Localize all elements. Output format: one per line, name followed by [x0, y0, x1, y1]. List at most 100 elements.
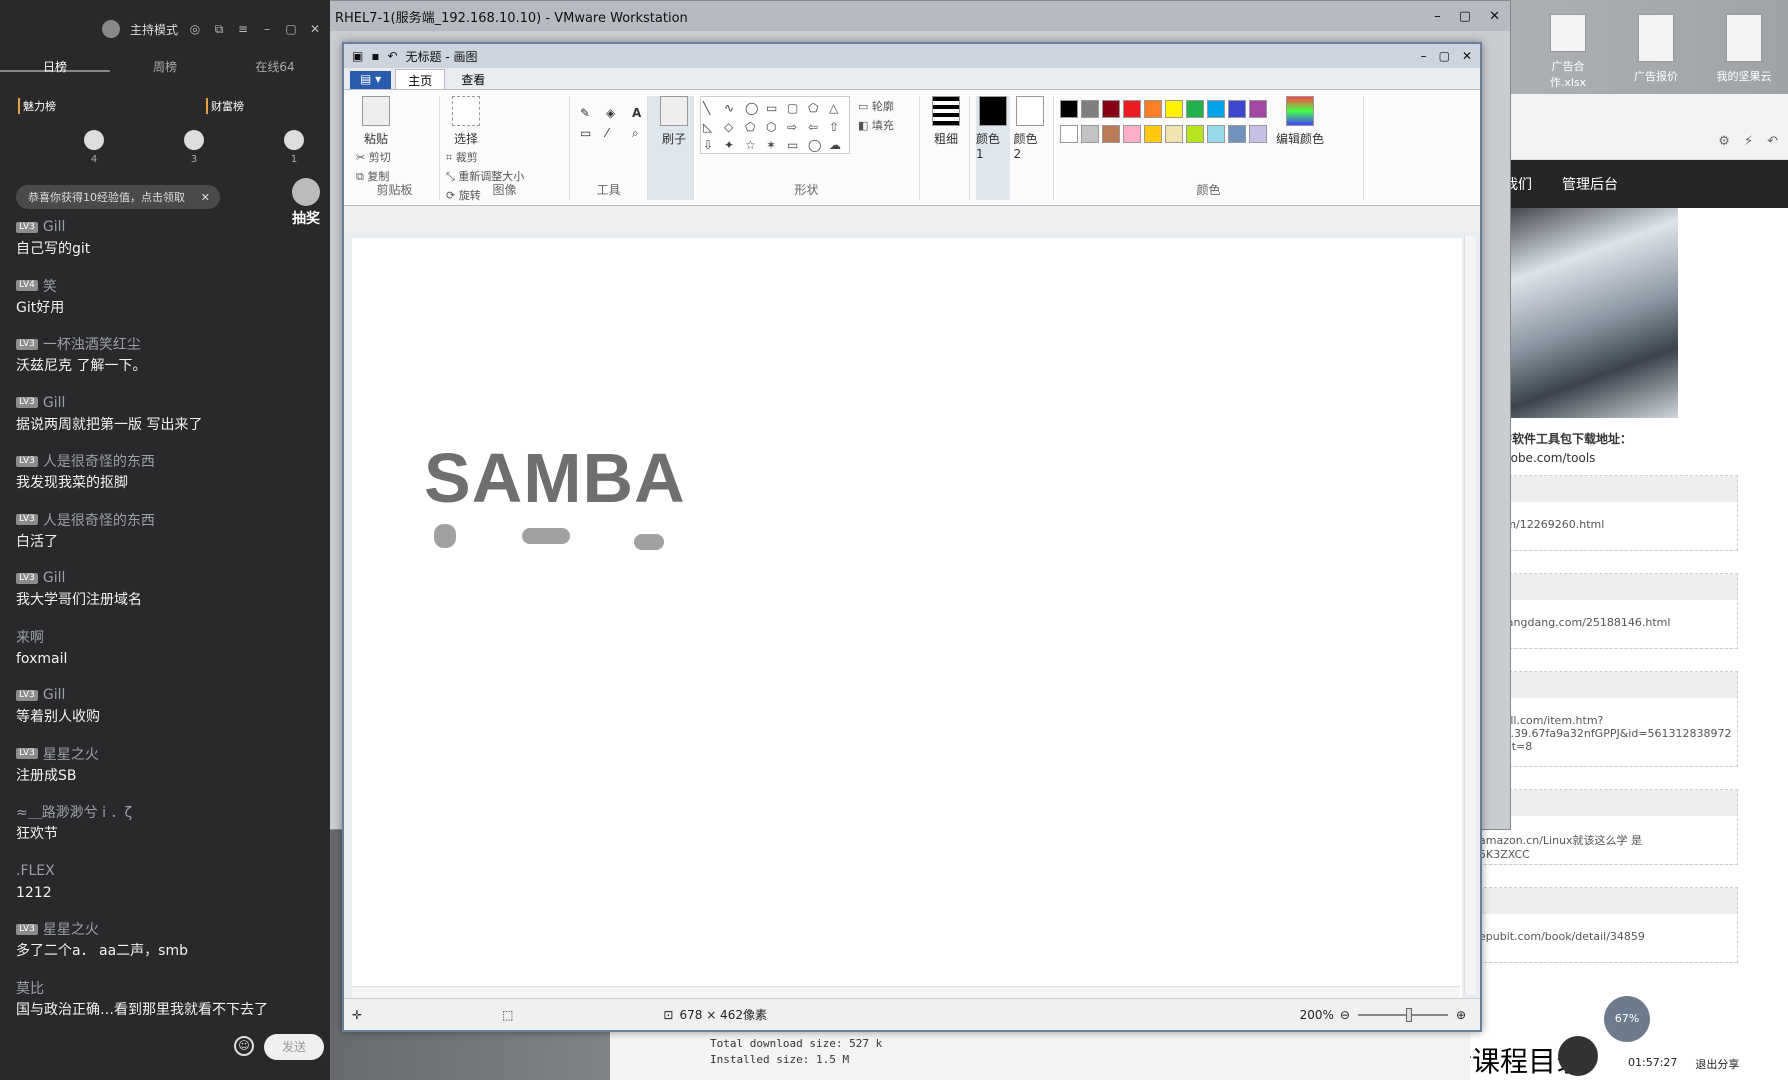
emoji-icon[interactable]: ☺ [234, 1036, 254, 1056]
link-card[interactable]: epubit.com/book/detail/34859 [1474, 887, 1738, 963]
fill-button[interactable]: ◧ 填充 [858, 117, 894, 133]
color-swatch[interactable] [1081, 125, 1099, 143]
edit-colors-button[interactable]: 编辑颜色 [1275, 96, 1325, 147]
color-swatch[interactable] [1102, 125, 1120, 143]
crop-button[interactable]: ⌗ 裁剪 [446, 149, 524, 165]
link-card[interactable]: id.com/12269260.html [1474, 475, 1738, 551]
color-swatch[interactable] [1228, 125, 1246, 143]
color-swatch[interactable] [1144, 125, 1162, 143]
link-card[interactable]: uct.dangdang.com/25188146.html [1474, 573, 1738, 649]
color1-button[interactable]: 颜色 1 [976, 96, 1010, 200]
minimize-icon[interactable]: – [1434, 9, 1441, 24]
chat-username[interactable]: Gill [43, 687, 66, 703]
chat-username[interactable]: Gill [43, 570, 66, 586]
color-palette[interactable] [1060, 96, 1267, 147]
eraser-icon[interactable]: ▭ [580, 126, 600, 141]
color-swatch[interactable] [1165, 125, 1183, 143]
exit-share-button[interactable]: 退出分享 [1695, 1056, 1739, 1072]
chat-username[interactable]: ≈＿路渺渺兮 i ．ζ [16, 802, 132, 822]
paste-button[interactable]: 粘贴 [356, 96, 396, 147]
zoom-out-button[interactable]: ⊖ [1340, 1008, 1350, 1022]
close-icon[interactable]: ✕ [201, 191, 210, 204]
color-swatch[interactable] [1249, 100, 1267, 118]
chat-username[interactable]: 星星之火 [43, 919, 99, 939]
vertical-scrollbar[interactable] [1464, 236, 1476, 994]
select-button[interactable]: 选择 [446, 96, 486, 147]
chat-username[interactable]: 人是很奇怪的东西 [43, 451, 155, 471]
tab-weekly[interactable]: 周榜 [110, 58, 220, 74]
fill-icon[interactable]: ◈ [606, 106, 626, 120]
zoom-slider[interactable] [1357, 1007, 1448, 1022]
save-icon[interactable]: ▪ [371, 49, 379, 63]
chat-username[interactable]: 一杯浊酒笑红尘 [43, 334, 141, 354]
close-icon[interactable]: ✕ [1489, 9, 1500, 24]
chat-username[interactable]: 来啊 [16, 627, 44, 647]
undo-icon[interactable]: ↶ [387, 49, 397, 63]
color-swatch[interactable] [1165, 100, 1183, 118]
color-swatch[interactable] [1207, 125, 1225, 143]
color-swatch[interactable] [1123, 100, 1141, 118]
color-swatch[interactable] [1186, 100, 1204, 118]
size-button[interactable]: 粗细 [920, 96, 970, 200]
back-icon[interactable]: ↶ [1767, 134, 1778, 149]
color-swatch[interactable] [1060, 125, 1078, 143]
desktop-icon-jianguoyun[interactable]: 我的坚果云 [1714, 14, 1774, 90]
color-swatch[interactable] [1102, 100, 1120, 118]
flash-icon[interactable]: ⚡ [1744, 134, 1753, 149]
maximize-icon[interactable]: ▢ [284, 22, 298, 36]
shape-gallery[interactable]: ╲ ∿ ◯ ▭ ▢ ⬠ △ ◺ ◇ ⬠ ⬡ ⇨ ⇦ ⇧ ⇩ ✦ ☆ ✶ ▭ ◯ ☁ [700, 96, 850, 154]
maximize-icon[interactable]: ▢ [1439, 49, 1450, 63]
popout-icon[interactable]: ⧉ [212, 22, 226, 36]
link-card[interactable]: il.tmall.com/item.htm? 11.14.39.67fa9a32n… [1474, 671, 1738, 767]
color-swatch[interactable] [1186, 125, 1204, 143]
pencil-icon[interactable]: ✎ [580, 106, 600, 120]
viewer-avatar[interactable]: 1 [284, 130, 304, 165]
color-picker-icon[interactable]: ⁄ [606, 126, 626, 141]
color-swatch[interactable] [1060, 100, 1078, 118]
color-swatch[interactable] [1249, 125, 1267, 143]
close-icon[interactable]: ✕ [308, 22, 322, 36]
chat-username[interactable]: 人是很奇怪的东西 [43, 510, 155, 530]
charm-rank[interactable]: 魅力榜 [18, 98, 56, 114]
viewer-avatar[interactable]: 4 [84, 130, 104, 165]
desktop-icon-ad-xlsx[interactable]: 广告合作.xlsx [1538, 14, 1598, 90]
tab-view[interactable]: 查看 [449, 69, 497, 89]
drawing-canvas[interactable]: SAMBA [352, 238, 1462, 1024]
color-swatch[interactable] [1081, 100, 1099, 118]
reward-notice[interactable]: 恭喜你获得10经验值，点击领取 ✕ [16, 185, 220, 209]
close-icon[interactable]: ✕ [1462, 49, 1472, 63]
link-card[interactable]: amazon.cn/Linux就该这么学 是 5K3ZXCC [1474, 789, 1738, 865]
chat-username[interactable]: Gill [43, 395, 66, 411]
viewer-avatar[interactable]: 3 [184, 130, 204, 165]
brushes-button[interactable]: 刷子 [648, 96, 694, 200]
chat-username[interactable]: 莫比 [16, 978, 44, 998]
minimize-icon[interactable]: – [1421, 49, 1427, 63]
horizontal-scrollbar[interactable] [352, 986, 1460, 998]
settings-icon[interactable]: ⚙ [1718, 134, 1730, 149]
zoom-in-button[interactable]: ⊕ [1456, 1008, 1466, 1022]
send-button[interactable]: 发送 [264, 1034, 324, 1060]
minimize-icon[interactable]: – [260, 22, 274, 36]
color-swatch[interactable] [1207, 100, 1225, 118]
outline-button[interactable]: ▭ 轮廓 [858, 98, 894, 114]
nav-admin[interactable]: 管理后台 [1562, 174, 1618, 194]
tools-link[interactable]: nuxprobe.com/tools [1476, 451, 1788, 465]
file-menu-button[interactable]: ▤ ▾ [350, 71, 392, 89]
chat-username[interactable]: 星星之火 [43, 744, 99, 764]
chat-username[interactable]: .FLEX [16, 863, 55, 879]
tab-home[interactable]: 主页 [395, 69, 446, 89]
chat-username[interactable]: 笑 [43, 276, 57, 296]
menu-icon[interactable]: ≡ [236, 22, 250, 36]
color-swatch[interactable] [1144, 100, 1162, 118]
wealth-rank[interactable]: 财富榜 [206, 98, 244, 114]
settings-icon[interactable]: ◎ [188, 22, 202, 36]
chat-username[interactable]: Gill [43, 219, 66, 235]
tab-daily[interactable]: 日榜 [0, 58, 110, 74]
color-swatch[interactable] [1123, 125, 1141, 143]
color-swatch[interactable] [1228, 100, 1246, 118]
maximize-icon[interactable]: ▢ [1459, 9, 1471, 24]
cut-button[interactable]: ✂ 剪切 [356, 149, 391, 165]
tab-online[interactable]: 在线64 [220, 58, 330, 74]
desktop-icon-ad-price[interactable]: 广告报价 [1626, 14, 1686, 90]
color2-button[interactable]: 颜色 2 [1014, 96, 1048, 200]
